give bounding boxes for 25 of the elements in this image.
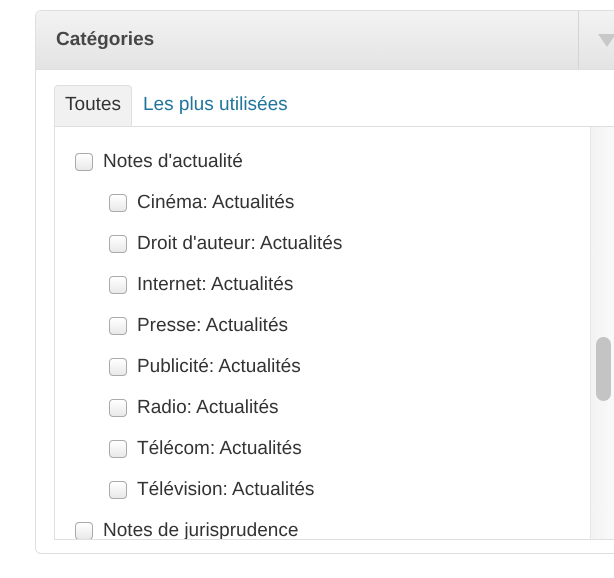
checkbox[interactable]: [109, 316, 127, 334]
checkbox[interactable]: [75, 522, 93, 539]
category-label[interactable]: Presse: Actualités: [137, 314, 288, 336]
checkbox[interactable]: [75, 152, 93, 170]
checkbox[interactable]: [109, 358, 127, 376]
category-label[interactable]: Radio: Actualités: [137, 396, 279, 418]
checkbox[interactable]: [109, 398, 127, 416]
category-label[interactable]: Publicité: Actualités: [137, 356, 301, 378]
panel-title: Catégories: [55, 29, 156, 51]
category-label[interactable]: Droit d'auteur: Actualités: [137, 232, 342, 254]
category-label[interactable]: Télécom: Actualités: [137, 438, 302, 460]
tab[interactable]: Les plus utilisées: [132, 85, 299, 126]
category-label[interactable]: Télévision: Actualités: [137, 478, 314, 500]
category-label[interactable]: Cinéma: Actualités: [137, 192, 294, 214]
scroll-thumb[interactable]: [596, 337, 611, 401]
triangle-down-icon: [596, 32, 614, 48]
checkbox[interactable]: [109, 480, 127, 498]
checkbox[interactable]: [109, 276, 127, 294]
scrollbar[interactable]: [590, 127, 614, 539]
checkbox[interactable]: [109, 194, 127, 212]
checkbox[interactable]: [109, 440, 127, 458]
checkbox[interactable]: [109, 234, 127, 252]
category-label[interactable]: Internet: Actualités: [137, 274, 294, 296]
category-label[interactable]: Notes d'actualité: [103, 150, 243, 172]
tab[interactable]: Toutes: [54, 85, 132, 126]
